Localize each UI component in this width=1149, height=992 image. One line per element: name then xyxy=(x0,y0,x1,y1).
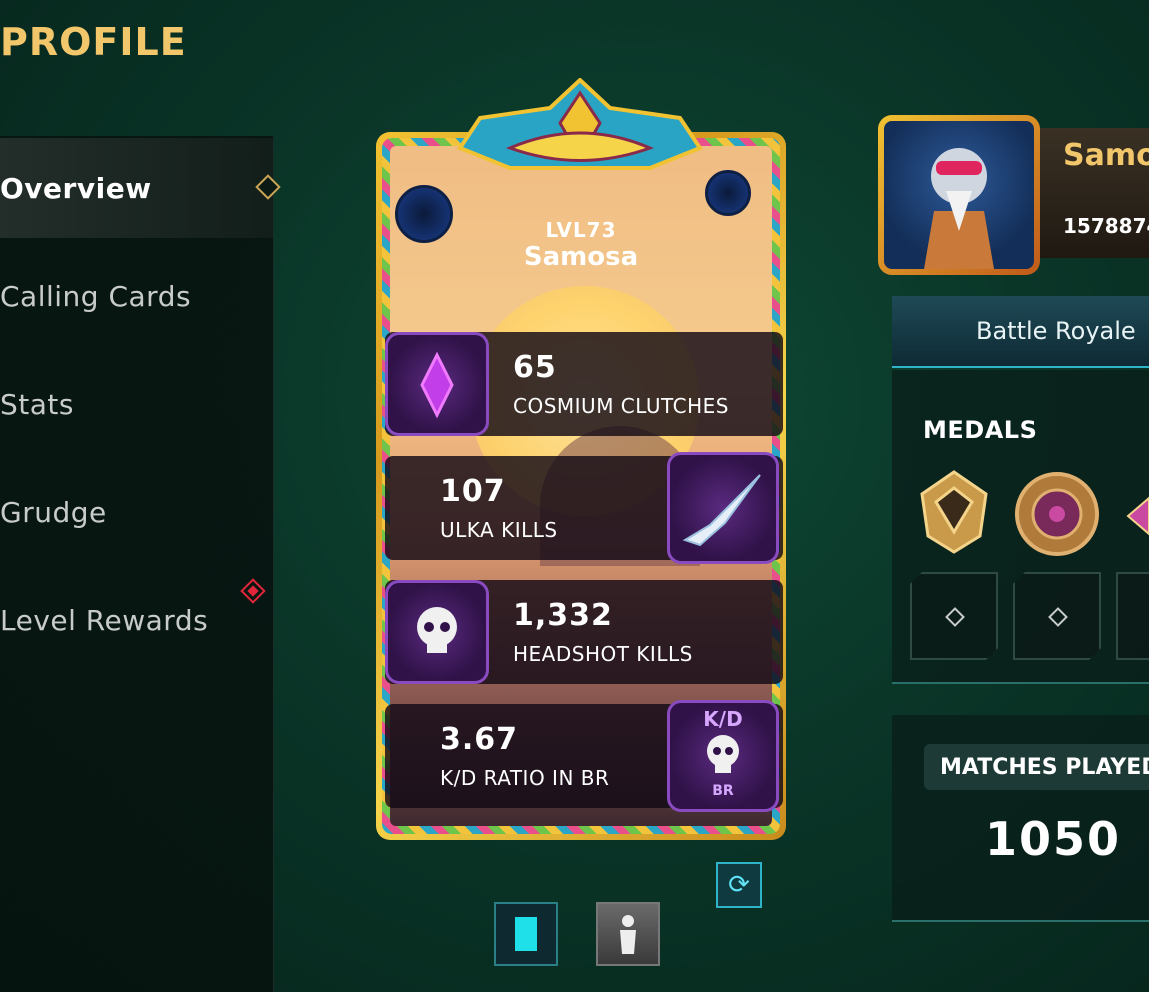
player-avatar[interactable] xyxy=(878,115,1040,275)
card-icon xyxy=(515,917,537,951)
character-view-button[interactable] xyxy=(596,902,660,966)
sidebar-nav: Overview Calling Cards Stats Grudge Leve… xyxy=(0,136,281,992)
sidebar-item-label: Stats xyxy=(0,387,74,421)
stat-row-kd-ratio: 3.67 K/D RATIO IN BR K/D BR xyxy=(385,700,783,812)
stat-label: HEADSHOT KILLS xyxy=(513,642,693,666)
sidebar-item-label: Level Rewards xyxy=(0,603,209,637)
profile-id: 1578874 xyxy=(1063,214,1149,238)
stat-value: 107 xyxy=(440,474,506,509)
refresh-button[interactable]: ⟳ xyxy=(716,862,762,908)
player-level: LVL73 xyxy=(545,218,617,242)
refresh-icon: ⟳ xyxy=(728,870,750,900)
medals-title: MEDALS xyxy=(923,416,1038,444)
matches-label: MATCHES PLAYED xyxy=(924,744,1149,790)
profile-name: Samos xyxy=(1063,138,1149,173)
stat-row-cosmium: 65 COSMIUM CLUTCHES xyxy=(385,332,783,436)
avatar-character-icon xyxy=(924,148,994,269)
sidebar-item-overview[interactable]: Overview xyxy=(0,138,281,238)
sidebar-item-grudge[interactable]: Grudge xyxy=(0,462,273,562)
card-crest-icon xyxy=(456,78,704,170)
medal-slot[interactable] xyxy=(1116,572,1149,660)
stat-value: 3.67 xyxy=(440,722,519,757)
medal-gold-icon[interactable] xyxy=(914,470,994,554)
medal-slot[interactable] xyxy=(1013,572,1101,660)
medal-partial-icon[interactable] xyxy=(1118,496,1149,536)
stat-label: ULKA KILLS xyxy=(440,518,558,542)
card-view-button[interactable] xyxy=(494,902,558,966)
sidebar-item-stats[interactable]: Stats xyxy=(0,354,273,454)
page-title: PROFILE xyxy=(0,20,187,64)
sidebar-item-label: Overview xyxy=(0,171,152,205)
matches-value: 1050 xyxy=(985,812,1122,866)
sidebar-item-level-rewards[interactable]: Level Rewards xyxy=(0,570,273,670)
sidebar-item-calling-cards[interactable]: Calling Cards xyxy=(0,246,273,346)
medal-slot[interactable] xyxy=(910,572,998,660)
blade-icon xyxy=(667,452,779,564)
horn-right-icon xyxy=(705,170,751,216)
tab-battle-royale[interactable]: Battle Royale xyxy=(892,296,1149,368)
player-name: Samosa xyxy=(523,242,639,272)
stat-label: K/D RATIO IN BR xyxy=(440,766,610,790)
stat-row-headshot-kills: 1,332 HEADSHOT KILLS xyxy=(385,580,783,684)
character-icon xyxy=(620,915,636,954)
skull-icon xyxy=(385,580,489,684)
active-indicator-icon xyxy=(255,174,281,200)
stat-label: COSMIUM CLUTCHES xyxy=(513,394,729,418)
sidebar-item-label: Calling Cards xyxy=(0,279,192,313)
sidebar-item-label: Grudge xyxy=(0,495,107,529)
stat-value: 65 xyxy=(513,350,557,385)
crystal-icon xyxy=(385,332,489,436)
kd-skull-icon: K/D BR xyxy=(667,700,779,812)
stat-value: 1,332 xyxy=(513,598,613,633)
medal-bronze-icon[interactable] xyxy=(1013,470,1101,558)
stat-row-ulka-kills: 107 ULKA KILLS xyxy=(385,452,783,564)
